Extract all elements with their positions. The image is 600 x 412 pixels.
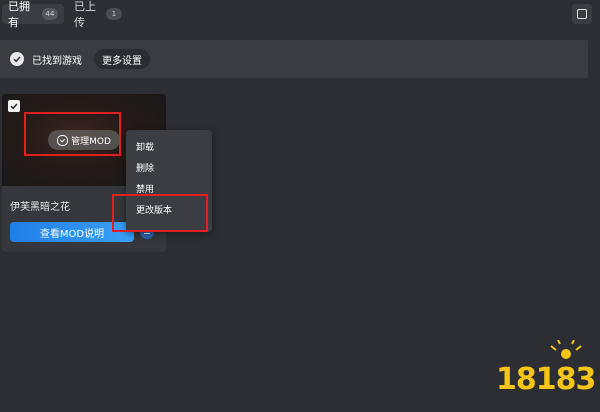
check-circle-icon [10, 52, 24, 66]
menu-item-delete[interactable]: 删除 [136, 161, 154, 174]
tab-owned-count: 44 [42, 8, 58, 20]
game-found-label: 已找到游戏 [32, 56, 82, 67]
tab-uploaded[interactable]: 已上传 1 [68, 0, 128, 29]
watermark-text: 18183 [496, 362, 596, 397]
mod-title: 伊芙黑暗之花 [10, 202, 70, 213]
watermark-logo: 18183 [488, 340, 596, 404]
menu-item-uninstall[interactable]: 卸载 [136, 140, 154, 153]
checkmark-icon[interactable] [8, 100, 20, 112]
tab-owned-label: 已拥有 [8, 0, 30, 29]
highlight-box-manage [24, 112, 121, 156]
top-tab-bar: 已拥有 44 已上传 1 [0, 0, 600, 30]
tab-uploaded-count: 1 [106, 8, 122, 20]
more-settings-button[interactable]: 更多设置 [94, 49, 150, 69]
window-icon[interactable] [572, 4, 592, 24]
highlight-box-change-version [112, 194, 208, 232]
tab-uploaded-label: 已上传 [74, 0, 96, 29]
game-status-bar: 已找到游戏 更多设置 [0, 40, 588, 78]
tab-owned[interactable]: 已拥有 44 [2, 0, 64, 29]
